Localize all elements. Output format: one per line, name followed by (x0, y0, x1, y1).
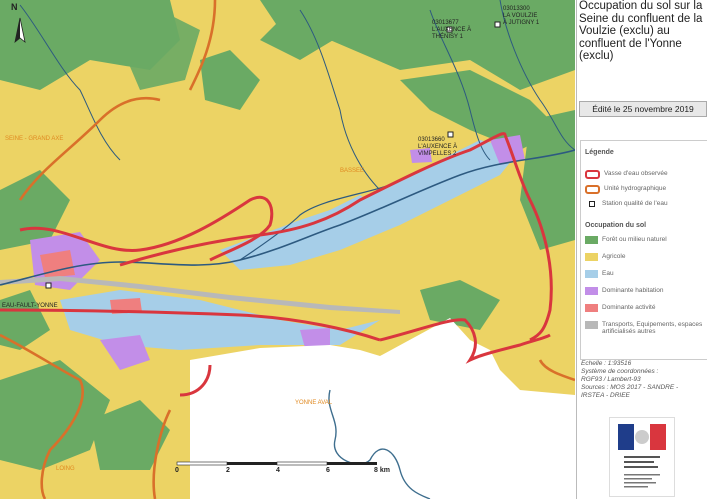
landuse-transports: Transports, Equipements, espaces artific… (585, 321, 703, 335)
legend-item-station: Station qualité de l'eau (585, 200, 668, 208)
legend-label: Station qualité de l'eau (602, 200, 668, 207)
orange-line-icon (585, 185, 600, 194)
watercourse-bassee: BASSEE (340, 168, 365, 174)
landuse-habitation: Dominante habitation (585, 287, 663, 295)
watercourse-yonne: YONNE AVAL (295, 400, 333, 406)
forest-swatch-icon (585, 236, 598, 244)
landuse-eau: Eau (585, 270, 614, 278)
station-name: LA VOULZIE À JUTIGNY 1 (503, 13, 540, 26)
side-panel: Occupation du sol sur la Seine du conflu… (576, 0, 707, 499)
legend-label: Eau (602, 270, 614, 277)
landuse-activite: Dominante activité (585, 304, 655, 312)
station-label-jutigny: 03013300 LA VOULZIE À JUTIGNY 1 (503, 6, 563, 27)
legend-label: Agricole (602, 253, 626, 260)
scale-label-6: 6 (326, 467, 330, 474)
activite-swatch-icon (585, 304, 598, 312)
edited-date: Édité le 25 novembre 2019 (579, 101, 707, 117)
station-label-vimpelles: 03013660 L'AUXENCE À VIMPELLES 2 (418, 137, 473, 158)
eau-swatch-icon (585, 270, 598, 278)
meta-line: IRSTEA - DRIEE (581, 392, 630, 399)
landuse-heading: Occupation du sol (585, 222, 647, 229)
station-code: 03013677 (432, 20, 459, 26)
station-code: 03013300 (503, 6, 530, 12)
legend-label: Dominante habitation (602, 287, 664, 294)
station-name: L'AUXENCE À VIMPELLES 2 (418, 144, 458, 157)
red-line-icon (585, 170, 600, 179)
scale-label-8: 8 km (374, 467, 390, 474)
agricole-swatch-icon (585, 253, 598, 261)
north-label: N (11, 2, 18, 12)
legend-label: Forêt ou milieu naturel (602, 236, 667, 243)
map-title: Occupation du sol sur la Seine du conflu… (579, 0, 703, 62)
meta-line: RGF93 / Lambert-93 (581, 376, 641, 383)
legend: Légende Vasse d'eau observée Unité hydro… (580, 140, 707, 360)
legend-item-hydro-unit: Unité hydrographique (585, 185, 666, 194)
map-canvas[interactable]: N 03013300 LA VOULZIE À JUTIGNY 1 030136… (0, 0, 575, 499)
scale-label-0: 0 (175, 467, 179, 474)
watercourse-seine: SEINE - GRAND AXE (5, 136, 64, 142)
legend-label: Transports, Equipements, espaces artific… (602, 321, 703, 335)
legend-label: Dominante activité (602, 304, 656, 311)
scale-text: Echelle : 1:93516 (581, 360, 632, 367)
scale-label-2: 2 (226, 467, 230, 474)
legend-heading: Légende (585, 149, 614, 156)
station-square-icon (585, 200, 598, 208)
transports-swatch-icon (585, 321, 598, 329)
legend-label: Unité hydrographique (604, 185, 667, 192)
meta-line: Sources : MOS 2017 - SANDRE - (581, 384, 679, 391)
station-code: 03013660 (418, 137, 445, 143)
marianne-logo-icon (609, 417, 675, 497)
station-label-yonne: EAU-FAULT-YONNE (2, 303, 58, 309)
landuse-forest: Forêt ou milieu naturel (585, 236, 667, 244)
scale-bar (176, 461, 377, 466)
legend-label: Vasse d'eau observée (604, 170, 668, 177)
meta-line: Système de coordonnées : (581, 368, 659, 375)
legend-item-observed-water: Vasse d'eau observée (585, 170, 668, 179)
habitation-swatch-icon (585, 287, 598, 295)
landuse-agricole: Agricole (585, 253, 625, 261)
watercourse-loing: LOING (56, 466, 75, 472)
scale-label-4: 4 (276, 467, 280, 474)
station-name: L'AUXENCE À THÉNISY 1 (432, 27, 472, 40)
station-label-thenisy: 03013677 L'AUXENCE À THÉNISY 1 (432, 20, 482, 41)
map-metadata: Echelle : 1:93516 Système de coordonnées… (581, 360, 705, 400)
